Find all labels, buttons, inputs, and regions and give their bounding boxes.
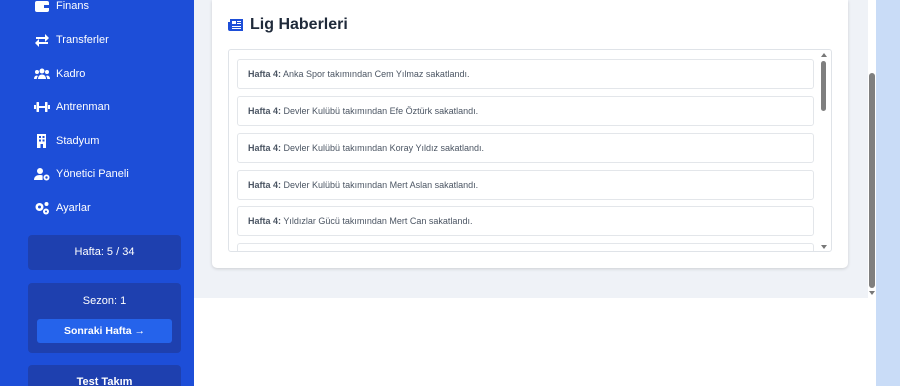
league-news-panel: Lig Haberleri Hafta 4: Anka Spor takımın… [212,0,848,268]
news-item: Hafta 4: Yıldızlar Gücü takımından Mert … [237,206,814,236]
next-week-button[interactable]: Sonraki Hafta → [37,319,172,343]
news-title-text: Lig Haberleri [250,16,348,33]
sidebar-item-ayarlar[interactable]: Ayarlar [34,200,91,216]
dumbbell-icon [34,102,50,112]
news-item: Hafta 4: Anka Spor takımından Cem Yılmaz… [237,59,814,89]
wallet-icon [35,1,49,12]
week-label: Hafta: 5 / 34 [74,246,135,258]
sidebar-item-kadro[interactable]: Kadro [34,66,85,82]
page-scrollbar-thumb[interactable] [869,73,875,288]
news-week: Hafta 4: [248,143,282,153]
scroll-down-icon[interactable] [821,245,827,249]
sidebar-item-label: Finans [56,0,90,12]
team-name: Test Takım [76,376,133,386]
scroll-up-icon[interactable] [821,53,827,57]
news-week: Hafta 4: [248,180,282,190]
news-week: Hafta 4: [248,69,282,79]
news-text: Devler Kulübü takımından Koray Yıldız sa… [283,143,484,153]
users-icon [34,68,50,79]
sidebar-item-stadyum[interactable]: Stadyum [34,133,99,149]
building-icon [37,134,46,148]
news-week: Hafta 4: [248,216,282,226]
news-text: Devler Kulübü takımından Mert Aslan saka… [283,180,479,190]
team-card: Test Takım [28,365,181,386]
season-label: Sezon: 1 [82,295,127,307]
sidebar-item-label: Kadro [56,68,86,80]
news-scrollbar-thumb[interactable] [821,61,826,111]
newspaper-icon [228,19,243,31]
news-item: Hafta 4: Devler Kulübü takımından Mert A… [237,170,814,200]
week-card: Hafta: 5 / 34 [28,235,181,270]
sidebar-item-label: Ayarlar [56,202,91,214]
sidebar-item-label: Stadyum [56,135,100,147]
news-item: Hafta 4: Devler Kulübü takımından Efe Öz… [237,96,814,126]
news-scrollbar[interactable] [818,51,830,251]
news-list[interactable]: Hafta 4: Anka Spor takımından Cem Yılmaz… [228,49,832,252]
page-scroll-down-icon[interactable] [869,291,875,295]
user-gear-icon [34,168,50,181]
sidebar-item-transferler[interactable]: Transferler [34,32,109,48]
news-title: Lig Haberleri [228,16,348,34]
sidebar-item-label: Antrenman [56,101,110,113]
sidebar-item-yonetici-paneli[interactable]: Yönetici Paneli [34,166,129,182]
sidebar-item-label: Yönetici Paneli [56,168,129,180]
news-item: Hafta 4: Devler Kulübü takımından Koray … [237,133,814,163]
news-text: Anka Spor takımından Cem Yılmaz sakatlan… [283,69,470,79]
sidebar-item-finans[interactable]: Finans [34,0,89,14]
sidebar-item-antrenman[interactable]: Antrenman [34,99,110,115]
season-card: Sezon: 1 Sonraki Hafta → [28,283,181,353]
sidebar-item-label: Transferler [56,34,109,46]
page-scrollbar[interactable] [868,0,876,386]
news-text: Yıldızlar Gücü takımından Mert Can sakat… [283,216,473,226]
main-content: Lig Haberleri Hafta 4: Anka Spor takımın… [194,0,868,386]
arrows-exchange-icon [35,34,49,47]
news-text: Devler Kulübü takımından Efe Öztürk saka… [283,106,479,116]
news-week: Hafta 4: [248,106,282,116]
news-item-partial [237,243,814,251]
sidebar: Finans Transferler Kadro Antrenman Stady… [0,0,194,386]
gears-icon [35,202,49,215]
